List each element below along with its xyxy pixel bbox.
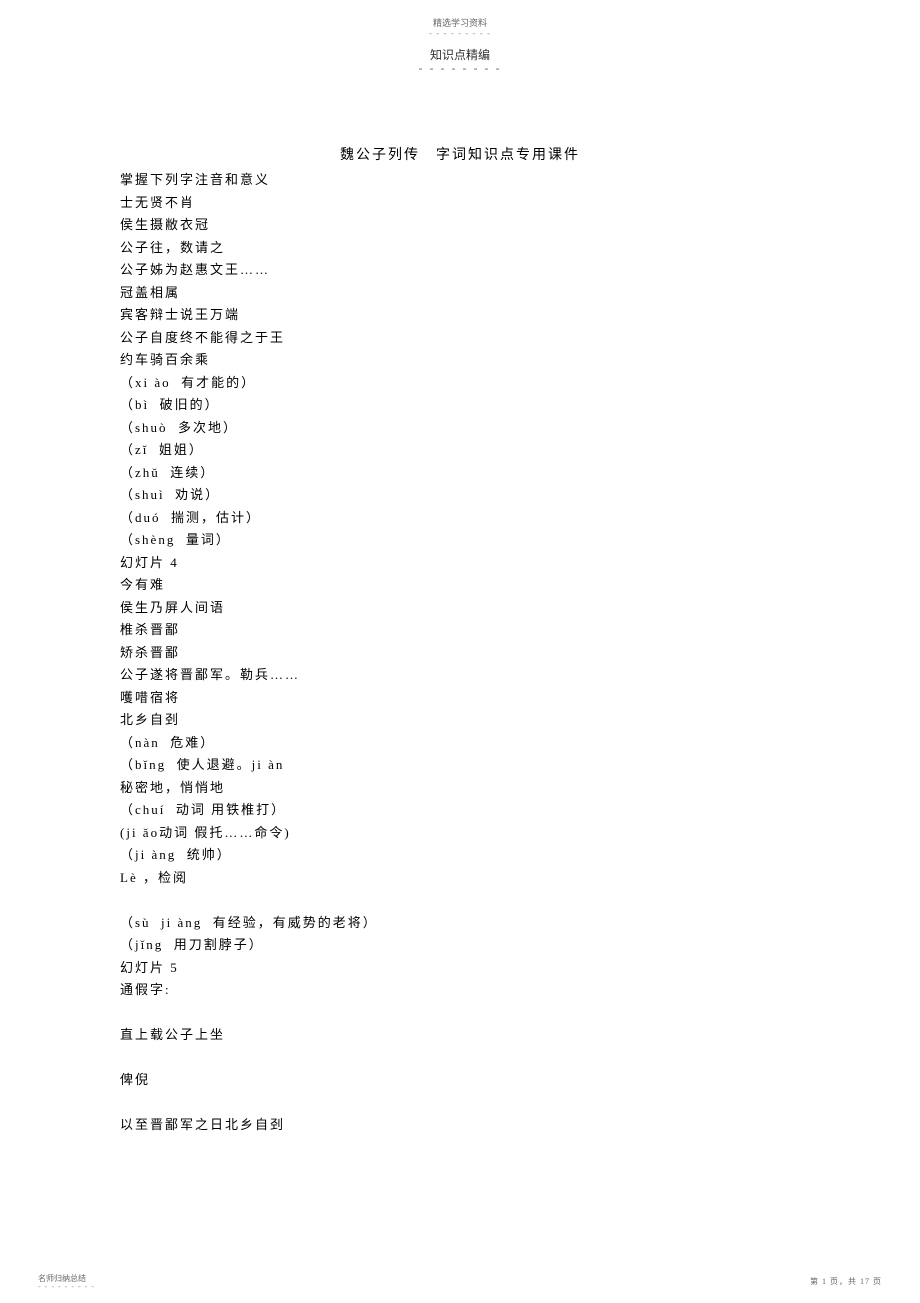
header-sub-dashes: - - - - - - - -	[419, 65, 502, 72]
content-line: （sù ji àng 有经验，有威势的老将）	[120, 912, 800, 935]
content-body: 掌握下列字注音和意义 士无贤不肖 侯生摄敝衣冠 公子往，数请之 公子姊为赵惠文王…	[120, 169, 800, 1137]
footer-left: 名师归纳总结 - - - - - - - - -	[38, 1273, 95, 1289]
content-line: （shèng 量词）	[120, 529, 800, 552]
content-line: 秘密地，悄悄地	[120, 777, 800, 800]
content-line: 掌握下列字注音和意义	[120, 169, 800, 192]
content-line: （shuò 多次地）	[120, 417, 800, 440]
content-line: （bì 破旧的）	[120, 394, 800, 417]
content-line: Lè ，检阅	[120, 867, 800, 890]
content-line: 椎杀晋鄙	[120, 619, 800, 642]
content-line: 矫杀晋鄙	[120, 642, 800, 665]
content-line: 直上载公子上坐	[120, 1024, 800, 1047]
content-line: （zhǔ 连续）	[120, 462, 800, 485]
content-line: 今有难	[120, 574, 800, 597]
content-line: 幻灯片 4	[120, 552, 800, 575]
footer-right: 第 1 页，共 17 页	[810, 1276, 882, 1287]
footer-left-dashes: - - - - - - - - -	[38, 1285, 95, 1289]
content-line: 公子往，数请之	[120, 237, 800, 260]
content-line: 公子自度终不能得之于王	[120, 327, 800, 350]
content-line: 公子遂将晋鄙军。勒兵……	[120, 664, 800, 687]
content-line: （shuì 劝说）	[120, 484, 800, 507]
blank-line	[120, 1002, 800, 1025]
content-line: (ji ǎo动词 假托……命令)	[120, 822, 800, 845]
blank-line	[120, 1092, 800, 1115]
blank-line	[120, 889, 800, 912]
header-top: 精选学习资料 - - - - - - - - -	[429, 16, 491, 36]
page-title: 魏公子列传 字词知识点专用课件	[340, 144, 580, 164]
content-line: 以至晋鄙军之日北乡自刭	[120, 1114, 800, 1137]
content-line: 冠盖相属	[120, 282, 800, 305]
content-line: 公子姊为赵惠文王……	[120, 259, 800, 282]
blank-line	[120, 1047, 800, 1070]
content-line: 嚄唶宿将	[120, 687, 800, 710]
header-sub: 知识点精编 - - - - - - - -	[419, 46, 502, 72]
content-line: （xi ào 有才能的）	[120, 372, 800, 395]
content-line: 俾倪	[120, 1069, 800, 1092]
content-line: （chuí 动词 用铁椎打）	[120, 799, 800, 822]
content-line: （bǐng 使人退避。ji àn	[120, 754, 800, 777]
content-line: （zǐ 姐姐）	[120, 439, 800, 462]
content-line: （duó 揣测，估计）	[120, 507, 800, 530]
content-line: （jǐng 用刀割脖子）	[120, 934, 800, 957]
content-line: （nàn 危难）	[120, 732, 800, 755]
content-line: 侯生乃屏人间语	[120, 597, 800, 620]
content-line: （ji àng 统帅）	[120, 844, 800, 867]
content-line: 通假字:	[120, 979, 800, 1002]
content-line: 北乡自刭	[120, 709, 800, 732]
content-line: 约车骑百余乘	[120, 349, 800, 372]
content-line: 士无贤不肖	[120, 192, 800, 215]
header-top-dashes: - - - - - - - - -	[429, 31, 491, 36]
content-line: 幻灯片 5	[120, 957, 800, 980]
content-line: 宾客辩士说王万端	[120, 304, 800, 327]
content-line: 侯生摄敝衣冠	[120, 214, 800, 237]
